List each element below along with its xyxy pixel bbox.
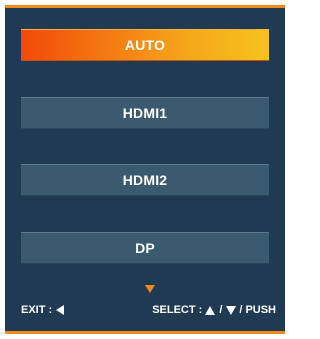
key-guide-footer: EXIT : SELECT : / / PUSH [5,304,285,320]
push-label: PUSH [245,304,276,316]
menu-item-label: AUTO [124,37,166,53]
up-arrow-icon [205,305,216,315]
separator: / [219,304,223,316]
scroll-down-icon [145,285,155,293]
exit-hint: EXIT : [21,304,65,316]
exit-label: EXIT : [21,304,53,316]
slash-separator: / [239,304,243,316]
menu-item-hdmi2[interactable]: HDMI2 [21,164,269,196]
select-hint: SELECT : / / PUSH [152,304,276,316]
down-arrow-icon [226,305,237,315]
menu-item-hdmi1[interactable]: HDMI1 [21,97,269,129]
menu-item-label: HDMI1 [122,105,168,121]
menu-item-auto[interactable]: AUTO [21,29,269,61]
select-label: SELECT : [152,304,203,316]
menu-item-label: DP [135,240,155,256]
menu-item-dp[interactable]: DP [21,232,269,264]
left-arrow-icon [56,305,65,315]
input-source-osd: AUTO HDMI1 HDMI2 DP EXIT : SELECT : / / … [5,5,285,334]
menu-item-label: HDMI2 [122,172,168,188]
